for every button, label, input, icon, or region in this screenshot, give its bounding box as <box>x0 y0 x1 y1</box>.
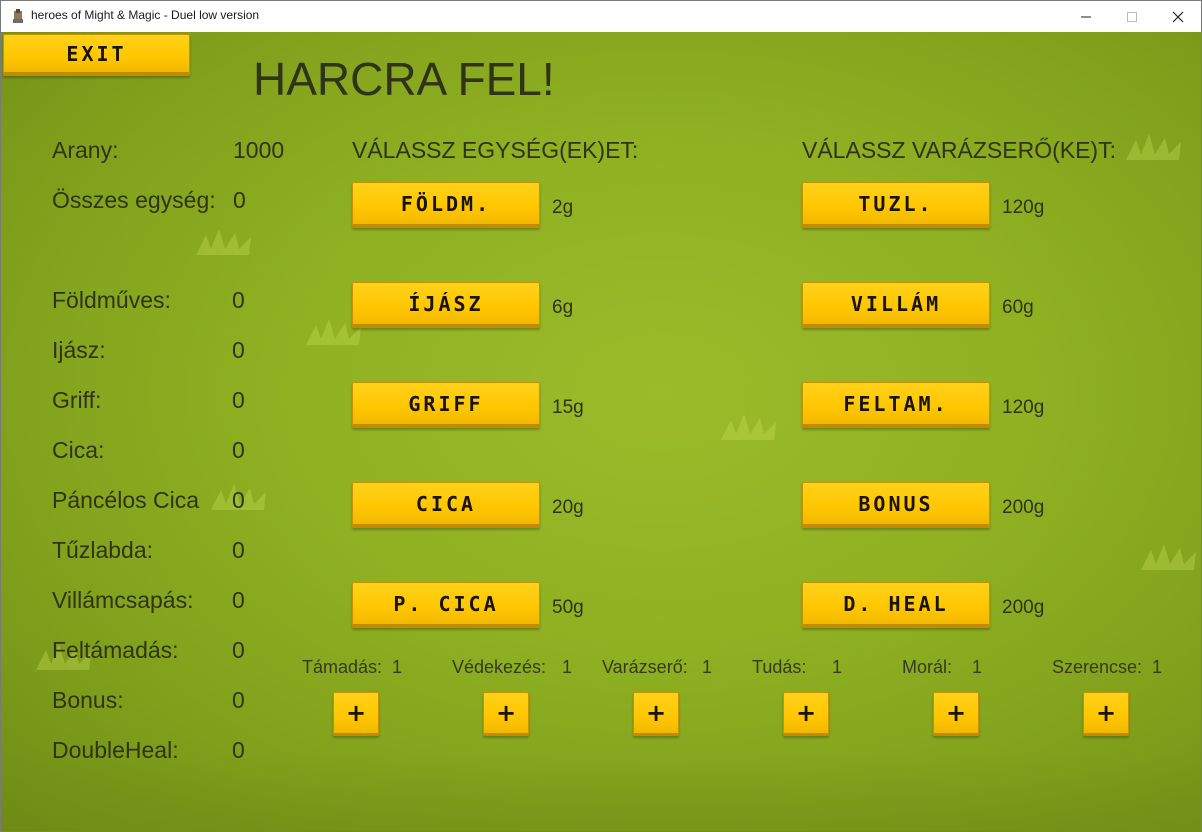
count-value: 0 <box>232 537 245 563</box>
count-value: 0 <box>232 387 245 413</box>
buy-spell-button[interactable]: TUZL. <box>802 182 990 228</box>
stat-value: 1 <box>392 657 403 677</box>
count-value: 0 <box>232 687 245 713</box>
unit-price: 20g <box>552 497 584 518</box>
increase-defense-button[interactable]: + <box>483 692 529 736</box>
window-title: heroes of Might & Magic - Duel low versi… <box>31 8 260 22</box>
increase-morale-button[interactable]: + <box>933 692 979 736</box>
total-units-label: Összes egység: <box>52 187 216 213</box>
buy-unit-button[interactable]: FÖLDM. <box>352 182 540 228</box>
spell-price: 200g <box>1002 597 1045 618</box>
units-header: VÁLASSZ EGYSÉG(EK)ET: <box>352 137 639 163</box>
maximize-icon <box>1127 11 1137 22</box>
count-label: Villámcsapás: <box>52 587 194 613</box>
buy-spell-button[interactable]: FELTAM. <box>802 382 990 428</box>
buy-spell-button[interactable]: D. HEAL <box>802 582 990 628</box>
spell-price: 120g <box>1002 397 1045 418</box>
stat-label: Támadás: <box>302 657 383 677</box>
minimize-button[interactable] <box>1063 1 1109 32</box>
game-area: EXIT HARCRA FEL! Arany: 1000 Összes egys… <box>1 32 1201 831</box>
buy-spell-button[interactable]: VILLÁM <box>802 282 990 328</box>
stat-value: 1 <box>832 657 843 677</box>
count-value: 0 <box>232 337 245 363</box>
page-title: HARCRA FEL! <box>253 53 555 105</box>
count-label: Tűzlabda: <box>52 537 154 563</box>
maximize-button[interactable] <box>1109 1 1155 32</box>
count-label: Feltámadás: <box>52 637 179 663</box>
spell-price: 200g <box>1002 497 1045 518</box>
count-value: 0 <box>232 737 245 763</box>
stat-label: Tudás: <box>752 657 807 677</box>
unit-price: 50g <box>552 597 584 618</box>
grass-decoration <box>196 229 251 255</box>
app-icon <box>13 9 23 23</box>
grass-decoration <box>1141 544 1196 570</box>
stat-value: 1 <box>562 657 573 677</box>
buy-unit-button[interactable]: CICA <box>352 482 540 528</box>
title-bar: heroes of Might & Magic - Duel low versi… <box>1 1 1201 32</box>
stat-value: 1 <box>1152 657 1163 677</box>
buy-unit-button[interactable]: P. CICA <box>352 582 540 628</box>
exit-button[interactable]: EXIT <box>3 34 190 76</box>
stat-label: Szerencse: <box>1052 657 1143 677</box>
buy-unit-button[interactable]: ÍJÁSZ <box>352 282 540 328</box>
stat-label: Varázserő: <box>602 657 688 677</box>
minimize-icon <box>1081 16 1091 17</box>
gold-label: Arany: <box>52 137 119 163</box>
app-window: heroes of Might & Magic - Duel low versi… <box>0 0 1202 832</box>
spell-price: 60g <box>1002 297 1034 318</box>
grass-decoration <box>721 414 776 440</box>
total-units-value: 0 <box>233 187 246 213</box>
grass-decoration <box>1126 134 1181 160</box>
count-label: Cica: <box>52 437 105 463</box>
count-label: Griff: <box>52 387 102 413</box>
unit-price: 15g <box>552 397 584 418</box>
gold-value: 1000 <box>233 137 285 163</box>
count-value: 0 <box>232 587 245 613</box>
close-icon <box>1172 11 1184 22</box>
bottom-shade <box>1 752 1201 831</box>
stat-label: Védekezés: <box>452 657 547 677</box>
increase-attack-button[interactable]: + <box>333 692 379 736</box>
stat-value: 1 <box>972 657 983 677</box>
increase-spellpower-button[interactable]: + <box>633 692 679 736</box>
count-value: 0 <box>232 637 245 663</box>
unit-price: 2g <box>552 197 574 218</box>
count-label: Bonus: <box>52 687 124 713</box>
spell-price: 120g <box>1002 197 1045 218</box>
count-value: 0 <box>232 287 245 313</box>
buy-unit-button[interactable]: GRIFF <box>352 382 540 428</box>
close-button[interactable] <box>1155 1 1201 32</box>
count-label: DoubleHeal: <box>52 737 179 763</box>
buy-spell-button[interactable]: BONUS <box>802 482 990 528</box>
stat-value: 1 <box>702 657 713 677</box>
count-label: Földműves: <box>52 287 171 313</box>
count-label: Páncélos Cica <box>52 487 200 513</box>
count-value: 0 <box>232 437 245 463</box>
count-value: 0 <box>232 487 245 513</box>
stat-label: Morál: <box>902 657 953 677</box>
unit-price: 6g <box>552 297 574 318</box>
increase-knowledge-button[interactable]: + <box>783 692 829 736</box>
count-label: Ijász: <box>52 337 106 363</box>
increase-luck-button[interactable]: + <box>1083 692 1129 736</box>
spells-header: VÁLASSZ VARÁZSERŐ(KE)T: <box>802 137 1116 163</box>
